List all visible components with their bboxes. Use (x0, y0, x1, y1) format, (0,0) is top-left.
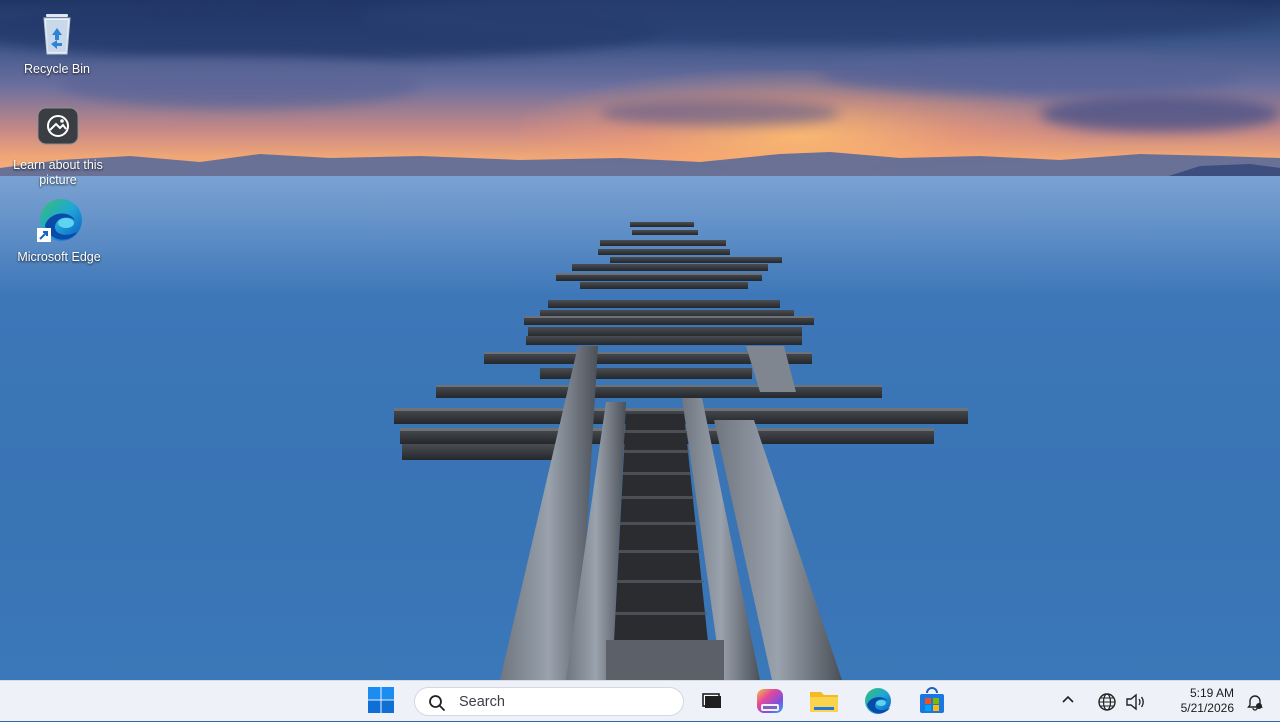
taskbar-edge[interactable] (860, 685, 896, 717)
wallpaper-broken-pier (394, 222, 968, 680)
start-button[interactable] (363, 685, 399, 717)
task-view-icon (702, 693, 721, 708)
taskbar-copilot[interactable] (752, 685, 788, 717)
edge-icon (865, 688, 891, 714)
desktop-icon-microsoft-edge[interactable]: Microsoft Edge (11, 196, 107, 265)
copilot-icon (757, 689, 783, 713)
globe-icon[interactable] (1097, 692, 1117, 712)
recycle-bin-icon (31, 8, 83, 60)
search-placeholder: Search (459, 694, 505, 710)
store-icon (920, 687, 944, 713)
taskbar-search-box[interactable]: Search (414, 687, 684, 716)
desktop-icon-recycle-bin[interactable]: Recycle Bin (9, 8, 105, 77)
taskbar-clock[interactable]: 5:19 AM 5/21/2026 (1154, 686, 1234, 716)
taskbar-microsoft-store[interactable] (914, 685, 950, 717)
clock-date: 5/21/2026 (1180, 701, 1234, 715)
search-icon (429, 695, 445, 711)
notification-icon[interactable] (1245, 692, 1265, 712)
clock-time: 5:19 AM (1189, 686, 1234, 700)
windows-start-icon (368, 687, 394, 713)
desktop-wallpaper[interactable] (0, 0, 1280, 680)
edge-icon (33, 196, 85, 248)
desktop-icon-label: Microsoft Edge (17, 250, 101, 264)
taskbar-task-view[interactable] (694, 685, 730, 717)
desktop-icon-label: Recycle Bin (24, 62, 90, 76)
volume-icon[interactable] (1125, 692, 1147, 712)
taskbar: Search 5:19 AM 5/21/2026 (0, 680, 1280, 721)
chevron-up-icon[interactable] (1060, 692, 1076, 708)
desktop-icon-learn-about-picture[interactable]: Learn about this picture (10, 104, 106, 188)
taskbar-file-explorer[interactable] (806, 685, 842, 717)
camera-info-icon (32, 104, 84, 156)
folder-icon (810, 692, 838, 712)
desktop-icon-label: Learn about this picture (13, 158, 103, 187)
